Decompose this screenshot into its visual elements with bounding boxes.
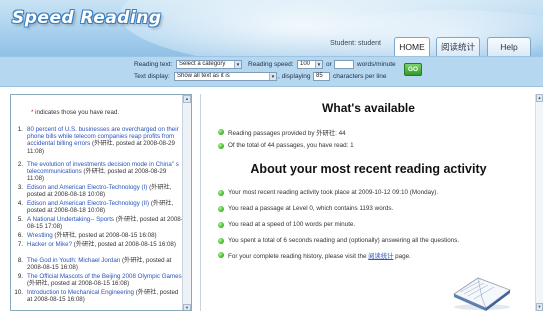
reading-speed-label: Reading speed: xyxy=(248,61,294,68)
green-bullet-icon xyxy=(218,237,224,244)
recent-item: You read at a speed of 100 words per min… xyxy=(218,221,528,228)
reading-text-label: Reading text: xyxy=(134,61,173,68)
category-select[interactable]: Select a category ▼ xyxy=(176,60,242,69)
passage-link[interactable]: Edison and American Electro-Technology (… xyxy=(27,184,147,191)
passage-link[interactable]: Edison and American Electro-Technology (… xyxy=(27,200,149,207)
recent-activity-heading: About your most recent reading activity xyxy=(250,162,487,176)
recent-item: For your complete reading history, pleas… xyxy=(218,251,528,260)
sidebar-scrollbar[interactable]: ▲ ▼ xyxy=(182,95,191,310)
green-bullet-icon xyxy=(218,189,224,196)
passage-link[interactable]: Introduction to Mechanical Engineering xyxy=(27,289,134,296)
recent-item: You read a passage at Level 0, which con… xyxy=(218,205,528,212)
green-bullet-icon xyxy=(218,221,224,228)
scroll-up-icon[interactable]: ▲ xyxy=(536,94,543,102)
custom-speed-input[interactable] xyxy=(334,60,354,69)
tab-home[interactable]: HOME xyxy=(394,37,430,56)
text-display-label: Text display: xyxy=(134,73,170,80)
app-logo: Speed Reading xyxy=(12,8,162,28)
green-bullet-icon xyxy=(218,251,224,258)
chevron-down-icon: ▼ xyxy=(315,61,322,68)
recent-item: You spent a total of 6 seconds reading a… xyxy=(218,237,528,244)
available-item: Reading passages provided by 外研社: 44 xyxy=(218,128,528,137)
wpm-label: words/minute xyxy=(357,61,396,68)
passage-list-panel: * indicates those you have read. 1. 80 p… xyxy=(10,94,192,311)
header-banner: Speed Reading Student: student HOME 阅读统计… xyxy=(0,0,543,56)
go-button[interactable]: GO xyxy=(404,63,422,76)
chars-per-line-label: characters per line xyxy=(333,73,387,80)
tab-reading-statistics[interactable]: 阅读统计 xyxy=(436,37,480,56)
passage-link[interactable]: Wrestling xyxy=(27,232,53,239)
passage-link[interactable]: A National Undertaking-- Sports xyxy=(27,216,114,223)
scroll-up-icon[interactable]: ▲ xyxy=(183,95,191,103)
scroll-down-icon[interactable]: ▼ xyxy=(183,304,191,310)
displaying-label: , displaying xyxy=(278,73,311,80)
green-bullet-icon xyxy=(218,142,224,149)
passage-link[interactable]: The Official Mascots of the Beijing 2008… xyxy=(27,273,182,280)
passage-link[interactable]: Hacker or Mike? xyxy=(27,241,72,248)
chars-per-line-input[interactable]: 85 xyxy=(313,72,330,81)
green-bullet-icon xyxy=(218,128,224,135)
or-label: or xyxy=(326,61,332,68)
chevron-down-icon: ▼ xyxy=(234,61,241,68)
recent-item: Your most recent reading activity took p… xyxy=(218,189,528,196)
book-illustration-icon xyxy=(453,277,511,311)
green-bullet-icon xyxy=(218,205,224,212)
reading-history-link[interactable]: 阅读统计 xyxy=(368,253,393,260)
speed-select[interactable]: 100 ▼ xyxy=(297,60,323,69)
tab-help[interactable]: Help xyxy=(487,37,531,56)
scroll-down-icon[interactable]: ▼ xyxy=(536,303,543,311)
available-item: Of the total of 44 passages, you have re… xyxy=(218,142,528,149)
student-label: Student: student xyxy=(330,40,381,47)
passage-link[interactable]: The God in Youth: Michael Jordan xyxy=(27,257,120,264)
chevron-down-icon: ▼ xyxy=(269,73,276,80)
read-legend: * indicates those you have read. xyxy=(31,109,120,116)
whats-available-heading: What's available xyxy=(322,101,415,115)
main-scrollbar[interactable]: ▲ ▼ xyxy=(535,94,543,311)
text-display-select[interactable]: Show all text as it is ▼ xyxy=(174,72,277,81)
